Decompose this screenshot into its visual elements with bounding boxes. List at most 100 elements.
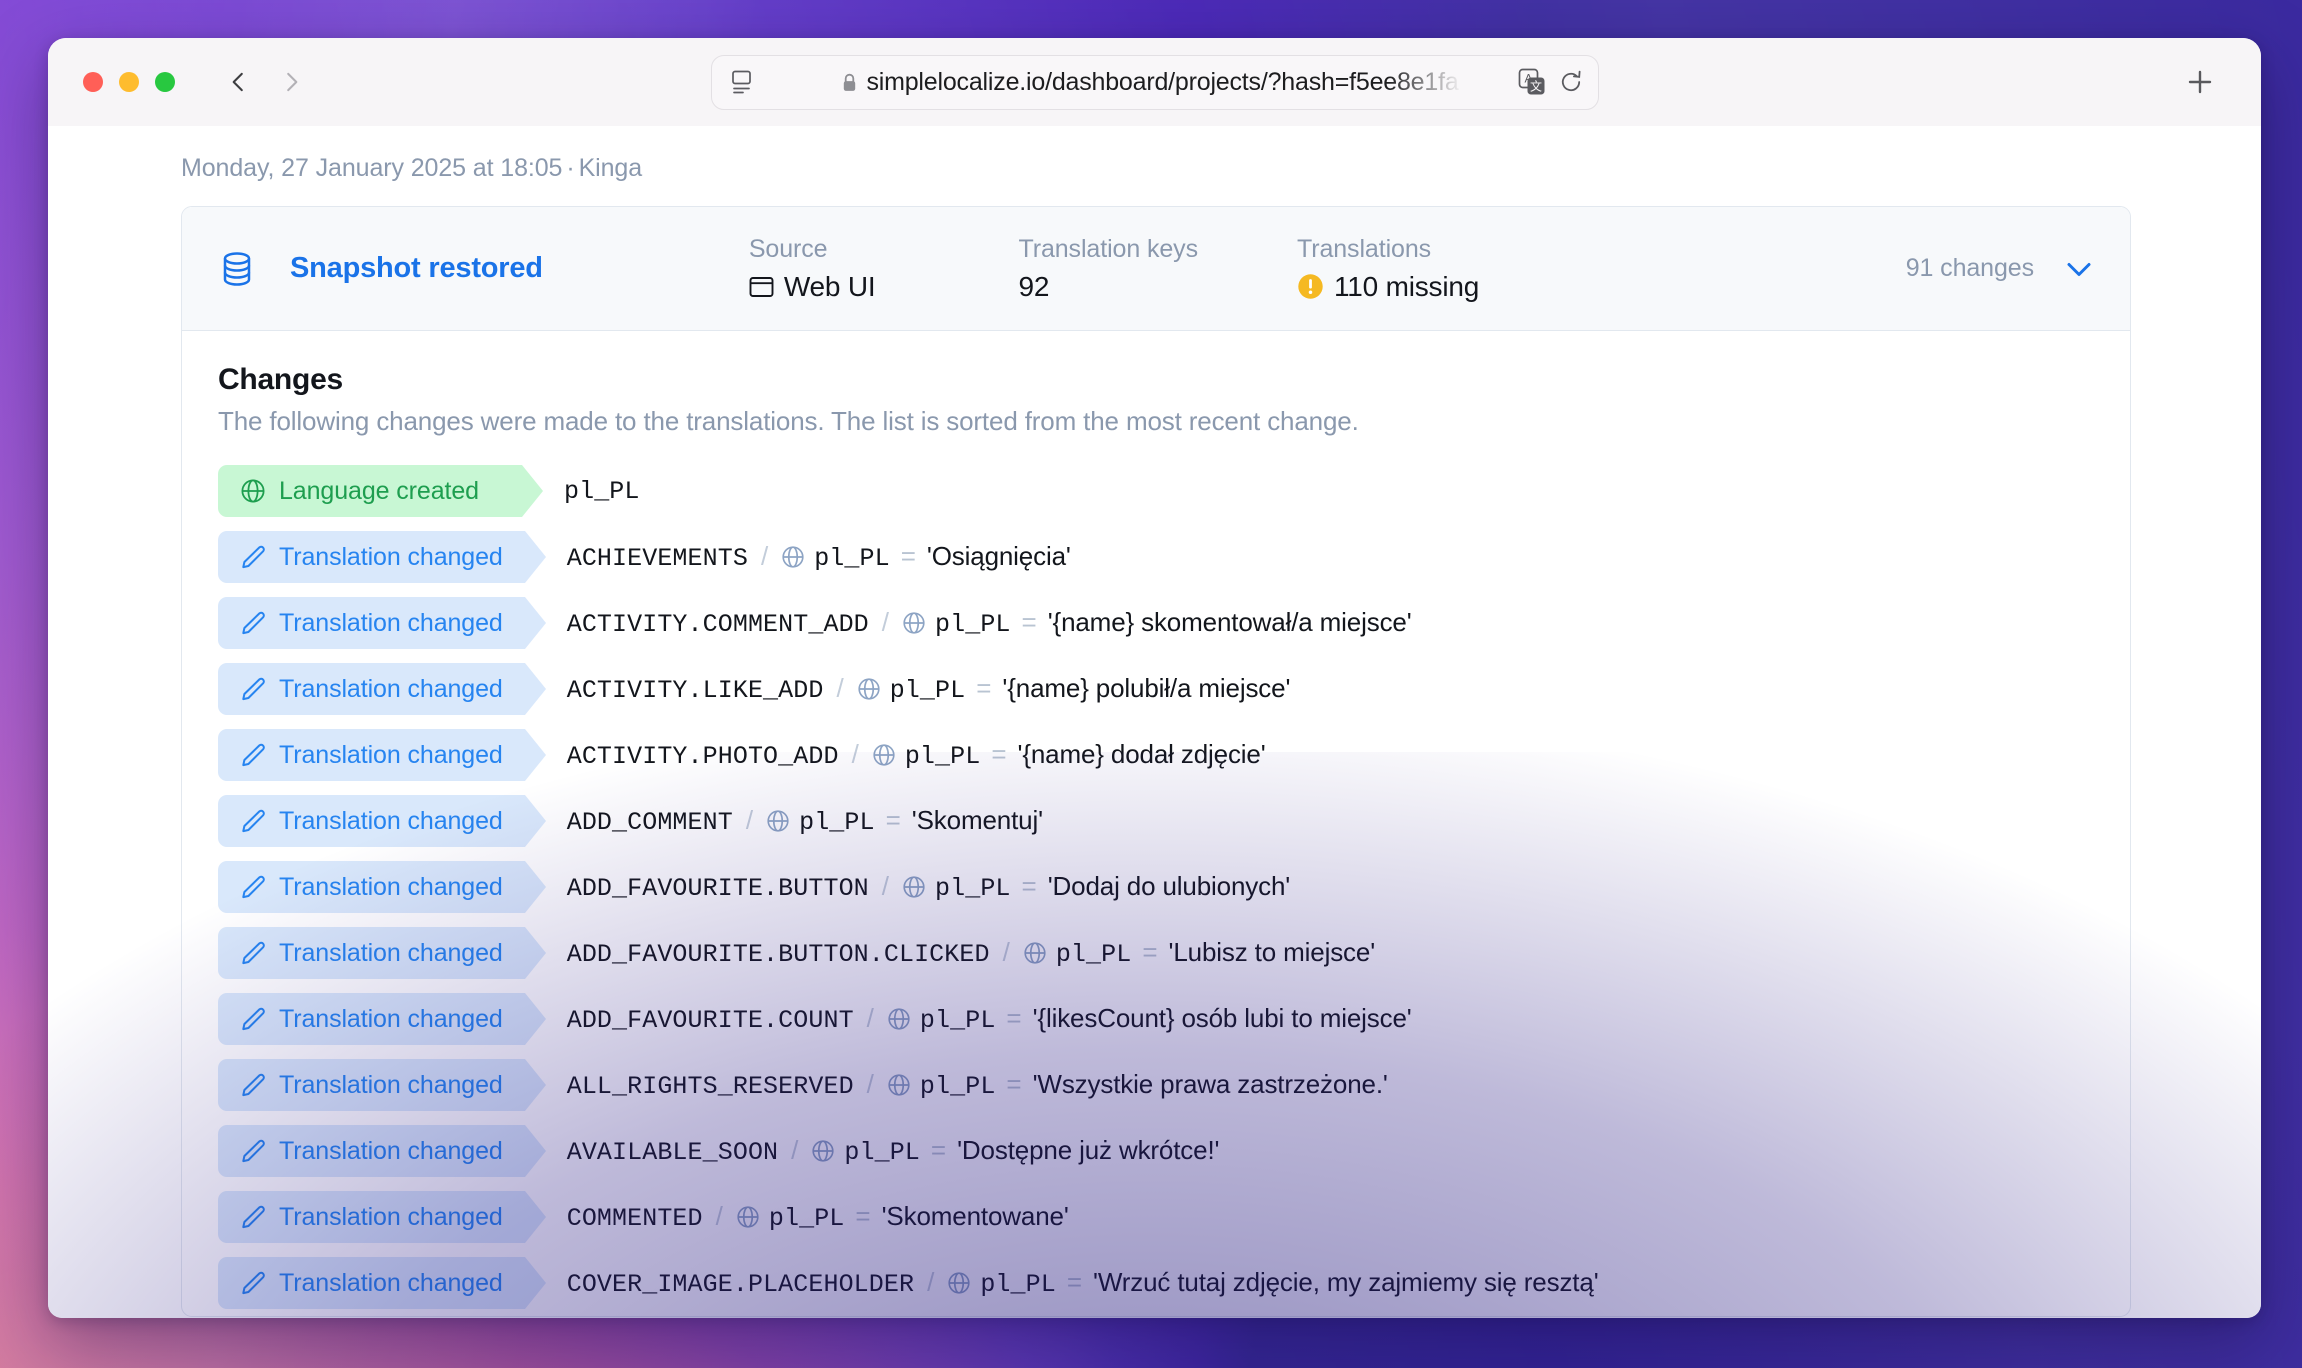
forward-button[interactable] <box>279 69 305 95</box>
change-type-label: Translation changed <box>279 1070 503 1099</box>
browser-window-icon <box>749 276 774 297</box>
change-type-label: Translation changed <box>279 1004 503 1033</box>
detail-separator: / <box>851 739 859 769</box>
event-card: Snapshot restored Source Web UI Translat… <box>181 206 2131 1317</box>
change-row[interactable]: Translation changed ADD_FAVOURITE.BUTTON /… <box>182 854 2130 920</box>
change-row[interactable]: Translation changed ACTIVITY.PHOTO_ADD / pl… <box>182 722 2130 788</box>
translation-key: ADD_FAVOURITE.BUTTON <box>566 874 869 903</box>
change-type-badge: Language created <box>218 465 543 517</box>
change-row[interactable]: Translation changed ACTIVITY.LIKE_ADD / pl_… <box>182 656 2130 722</box>
change-row[interactable]: Translation changed ADD_COMMENT / pl_PL = 'Sk… <box>182 788 2130 854</box>
change-detail: ADD_FAVOURITE.BUTTON / pl_PL = 'Dodaj do ulu… <box>566 871 1291 903</box>
change-type-label: Translation changed <box>279 674 503 703</box>
equals-sign: = <box>991 739 1007 769</box>
pencil-icon <box>242 611 265 635</box>
change-detail: ALL_RIGHTS_RESERVED / pl_PL = 'Wszystkie pra… <box>567 1069 1388 1101</box>
translate-icon[interactable]: A 文 <box>1518 68 1546 96</box>
globe-icon <box>858 678 880 700</box>
stat-source-value: Web UI <box>749 271 876 303</box>
change-type-badge: Translation changed <box>218 597 546 649</box>
chevron-left-icon <box>232 72 243 92</box>
change-detail: ACTIVITY.LIKE_ADD / pl_PL = '{name} polubił/… <box>567 673 1291 705</box>
collapse-toggle-button[interactable] <box>2062 252 2096 286</box>
translation-key: ACTIVITY.COMMENT_ADD <box>566 610 869 639</box>
change-row[interactable]: Translation changed ACHIEVEMENTS / pl_PL = 'O… <box>182 524 2130 590</box>
equals-sign: = <box>855 1201 871 1231</box>
change-row[interactable]: Language created pl_PL <box>182 458 2130 524</box>
change-detail: pl_PL <box>564 477 640 506</box>
globe-icon <box>1024 942 1046 964</box>
pencil-icon <box>242 941 265 965</box>
locale-code: pl_PL <box>1055 940 1132 969</box>
database-icon <box>223 251 251 286</box>
globe-icon <box>903 876 925 898</box>
stat-source-text: Web UI <box>783 270 876 302</box>
changes-count: 91 changes <box>1905 254 2034 282</box>
equals-sign: = <box>1142 937 1158 967</box>
detail-separator: / <box>881 607 890 637</box>
change-type-badge: Translation changed <box>218 1059 546 1111</box>
change-type-label: Translation changed <box>279 608 503 637</box>
detail-separator: / <box>866 1069 874 1099</box>
change-row[interactable]: Translation changed ADD_FAVOURITE.COUNT / p… <box>182 986 2130 1052</box>
translation-value: 'Wrzuć tutaj zdjęcie, my zajmiemy się re… <box>1093 1267 1599 1297</box>
change-row[interactable]: Translation changed COVER_IMAGE.PLACEHOLD… <box>182 1250 2130 1316</box>
pencil-icon <box>242 1007 265 1031</box>
address-bar-actions: A 文 <box>1518 68 1584 96</box>
svg-text:文: 文 <box>1529 78 1541 93</box>
change-detail: ADD_COMMENT / pl_PL = 'Skomentuj' <box>567 805 1043 837</box>
reader-view-icon[interactable] <box>730 69 754 95</box>
translation-value: '{likesCount} osób lubi to miejsce' <box>1032 1003 1412 1033</box>
change-detail: COMMENTED / pl_PL = 'Skomentowane' <box>567 1201 1069 1233</box>
globe-icon <box>767 810 789 832</box>
change-row[interactable]: Translation changed ALL_RIGHTS_RESERVED / p… <box>182 1052 2130 1118</box>
translation-value: 'Dodaj do ulubionych' <box>1047 871 1291 901</box>
globe-icon <box>873 744 895 766</box>
stat-translations-label: Translations <box>1296 234 1432 263</box>
new-tab-button[interactable] <box>2183 65 2217 99</box>
translation-value: 'Wszystkie prawa zastrzeżone.' <box>1032 1069 1388 1099</box>
change-row[interactable]: Translation changed ADD_FAVOURITE.BUTTON.… <box>182 920 2130 986</box>
chevron-down-icon <box>2067 262 2091 276</box>
translation-key: ACHIEVEMENTS <box>566 544 748 573</box>
globe-icon <box>241 479 265 503</box>
stat-keys-label: Translation keys <box>1018 234 1198 263</box>
change-row[interactable]: Translation changed ACTIVITY.COMMENT_ADD /… <box>182 590 2130 656</box>
translation-key: COVER_IMAGE.PLACEHOLDER <box>566 1270 915 1299</box>
translation-value: 'Skomentowane' <box>881 1201 1069 1231</box>
back-button[interactable] <box>225 69 251 95</box>
locale-code: pl_PL <box>935 610 1011 639</box>
reload-icon[interactable] <box>1558 69 1584 95</box>
detail-separator: / <box>836 673 844 703</box>
stat-source: Source Web UI <box>749 235 876 303</box>
detail-separator: / <box>791 1135 799 1165</box>
change-type-badge: Translation changed <box>218 795 546 847</box>
maximize-button[interactable] <box>155 72 175 92</box>
event-title[interactable]: Snapshot restored <box>290 252 543 285</box>
globe-icon <box>903 612 925 634</box>
plus-icon <box>2188 70 2212 94</box>
change-row[interactable]: Translation changed AVAILABLE_SOON / pl_PL =… <box>182 1118 2130 1184</box>
browser-window: simplelocalize.io/dashboard/projects/?ha… <box>48 38 2261 1318</box>
locale-code: pl_PL <box>919 1006 996 1035</box>
locale-code: pl_PL <box>814 544 890 573</box>
warning-icon <box>1298 274 1323 299</box>
translation-value: '{name} dodał zdjęcie' <box>1017 739 1266 769</box>
close-button[interactable] <box>83 72 103 92</box>
change-type-label: Translation changed <box>279 740 503 769</box>
globe-icon <box>737 1206 759 1228</box>
globe-icon <box>948 1272 970 1294</box>
change-row[interactable]: Translation changed COMMENTED / pl_PL = 'Skom… <box>182 1184 2130 1250</box>
locale-code: pl_PL <box>935 874 1011 903</box>
pencil-icon <box>242 1205 265 1229</box>
url-display[interactable]: simplelocalize.io/dashboard/projects/?ha… <box>754 68 1512 97</box>
minimize-button[interactable] <box>119 72 139 92</box>
translation-key: ACTIVITY.PHOTO_ADD <box>566 742 839 771</box>
equals-sign: = <box>930 1135 947 1165</box>
equals-sign: = <box>976 673 992 703</box>
navigation-buttons <box>225 69 305 95</box>
change-detail: AVAILABLE_SOON / pl_PL = 'Dostępne już wkrót… <box>567 1135 1220 1167</box>
address-bar[interactable]: simplelocalize.io/dashboard/projects/?ha… <box>710 54 1599 110</box>
translation-key: ADD_FAVOURITE.BUTTON.CLICKED <box>566 940 990 969</box>
event-card-header[interactable]: Snapshot restored Source Web UI Translat… <box>182 207 2130 331</box>
